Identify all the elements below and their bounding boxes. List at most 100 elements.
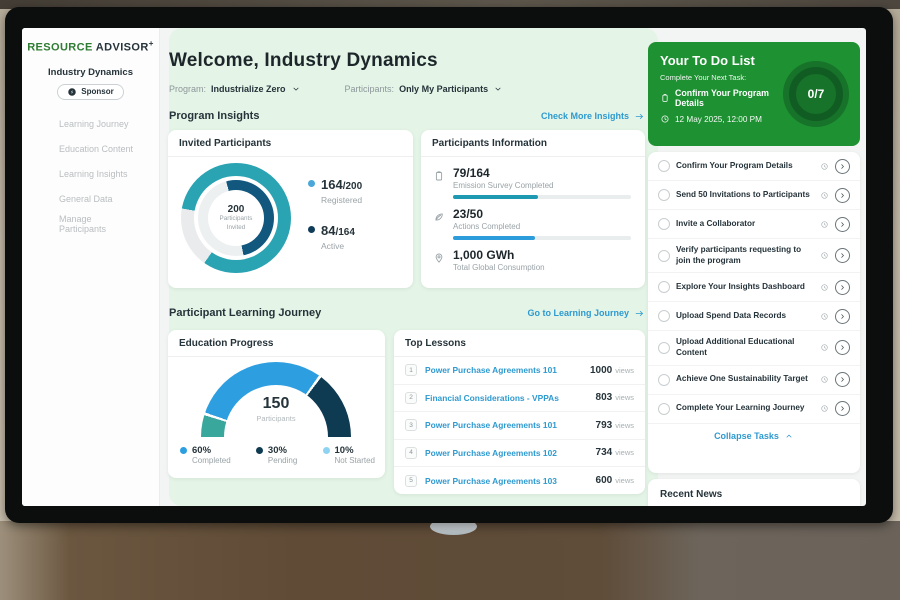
todo-task-row[interactable]: Invite a Collaborator xyxy=(648,210,860,239)
program-insights-header: Program Insights Check More Insights xyxy=(169,110,645,122)
lesson-rank: 5 xyxy=(405,475,417,487)
task-open-button[interactable] xyxy=(835,340,850,355)
lesson-title-link[interactable]: Power Purchase Agreements 103 xyxy=(425,476,596,486)
todo-tasks-card: Confirm Your Program Details Send 50 Inv… xyxy=(648,152,860,473)
clock-icon xyxy=(820,343,829,352)
sidebar-item-general-data[interactable]: General Data xyxy=(30,187,151,212)
todo-task-row[interactable]: Achieve One Sustainability Target xyxy=(648,366,860,395)
lesson-row: 5 Power Purchase Agreements 103 600views xyxy=(394,467,645,495)
task-checkbox[interactable] xyxy=(658,250,670,262)
dashboard-screen: RESOURCE ADVISOR+ Industry Dynamics Spon… xyxy=(22,28,866,506)
participants-stat: 1,000 GWh Total Global Consumption xyxy=(433,248,633,272)
task-open-button[interactable] xyxy=(835,280,850,295)
recent-news-card: Recent News xyxy=(648,479,860,506)
todo-progress-ring: 0/7 xyxy=(783,61,849,127)
donut-center-label: Participants Invited xyxy=(215,215,257,231)
lesson-title-link[interactable]: Power Purchase Agreements 101 xyxy=(425,365,590,375)
todo-summary-card: Your To Do List Complete Your Next Task:… xyxy=(648,42,860,146)
task-open-button[interactable] xyxy=(835,188,850,203)
education-progress-gauge: 150 Participants xyxy=(201,362,351,439)
task-checkbox[interactable] xyxy=(658,342,670,354)
go-to-learning-journey-link[interactable]: Go to Learning Journey xyxy=(527,308,645,319)
program-insights-title: Program Insights xyxy=(169,110,259,122)
task-open-button[interactable] xyxy=(835,217,850,232)
check-more-insights-link[interactable]: Check More Insights xyxy=(541,111,645,122)
org-name: Industry Dynamics xyxy=(22,67,159,78)
pin-icon xyxy=(433,252,445,264)
main-content: Welcome, Industry Dynamics Program: Indu… xyxy=(161,28,650,506)
legend-dot xyxy=(308,180,315,187)
invited-participants-title: Invited Participants xyxy=(168,130,413,157)
lesson-rank: 3 xyxy=(405,419,417,431)
page-title: Welcome, Industry Dynamics xyxy=(169,50,438,72)
todo-progress-value: 0/7 xyxy=(808,87,825,101)
participants-information-title: Participants Information xyxy=(421,130,645,157)
legend-dot xyxy=(180,447,187,454)
collapse-tasks-link[interactable]: Collapse Tasks xyxy=(648,424,860,447)
donut-legend: 164/200 Registered 84/164 Active xyxy=(308,176,362,251)
participants-stat: 79/164 Emission Survey Completed xyxy=(433,166,633,199)
logo-plus: + xyxy=(149,39,154,48)
program-filter-value: Industrialize Zero xyxy=(211,84,286,94)
lesson-views: 803views xyxy=(596,392,634,403)
gauge-legend-item: 10% Not Started xyxy=(323,445,375,465)
todo-task-row[interactable]: Complete Your Learning Journey xyxy=(648,395,860,424)
app-logo: RESOURCE ADVISOR+ xyxy=(22,39,159,54)
task-open-button[interactable] xyxy=(835,309,850,324)
chevron-down-icon xyxy=(493,84,503,94)
clock-icon xyxy=(820,375,829,384)
legend-dot xyxy=(256,447,263,454)
todo-task-row[interactable]: Explore Your Insights Dashboard xyxy=(648,273,860,302)
lesson-row: 4 Power Purchase Agreements 102 734views xyxy=(394,440,645,468)
sidebar-item-learning-journey[interactable]: Learning Journey xyxy=(30,112,151,137)
participants-information-card: Participants Information 79/164 Emission… xyxy=(421,130,645,288)
task-open-button[interactable] xyxy=(835,248,850,263)
gauge-center: 150 Participants xyxy=(201,395,351,423)
clock-icon xyxy=(820,191,829,200)
todo-task-row[interactable]: Upload Additional Educational Content xyxy=(648,331,860,365)
sponsor-badge[interactable]: Sponsor xyxy=(57,84,123,100)
participants-stat: 23/50 Actions Completed xyxy=(433,207,633,240)
sidebar-item-manage-participants[interactable]: Manage Participants xyxy=(30,212,151,237)
todo-panel: Your To Do List Complete Your Next Task:… xyxy=(648,28,860,506)
sidebar-item-learning-insights[interactable]: Learning Insights xyxy=(30,162,151,187)
task-open-button[interactable] xyxy=(835,372,850,387)
sidebar-item-education-content[interactable]: Education Content xyxy=(30,137,151,162)
legend-dot xyxy=(308,226,315,233)
donut-center: 200 Participants Invited xyxy=(208,190,264,246)
task-checkbox[interactable] xyxy=(658,189,670,201)
todo-task-row[interactable]: Verify participants requesting to join t… xyxy=(648,239,860,273)
lesson-views: 734views xyxy=(596,447,634,458)
lesson-title-link[interactable]: Power Purchase Agreements 102 xyxy=(425,448,596,458)
donut-legend-item: 164/200 Registered xyxy=(308,176,362,205)
clock-icon xyxy=(820,283,829,292)
lesson-title-link[interactable]: Power Purchase Agreements 101 xyxy=(425,420,596,430)
task-checkbox[interactable] xyxy=(658,218,670,230)
task-checkbox[interactable] xyxy=(658,310,670,322)
todo-task-row[interactable]: Confirm Your Program Details xyxy=(648,152,860,181)
gauge-legend-item: 30% Pending xyxy=(256,445,297,465)
chevron-up-icon xyxy=(784,431,794,441)
participants-filter[interactable]: Participants: Only My Participants xyxy=(345,84,504,94)
lesson-row: 1 Power Purchase Agreements 101 1000view… xyxy=(394,357,645,385)
lesson-title-link[interactable]: Financial Considerations - VPPAs xyxy=(425,393,596,403)
sponsor-icon xyxy=(67,87,77,97)
task-open-button[interactable] xyxy=(835,401,850,416)
task-checkbox[interactable] xyxy=(658,374,670,386)
task-checkbox[interactable] xyxy=(658,403,670,415)
program-filter-label: Program: xyxy=(169,84,206,94)
gauge-legend: 60% Completed 30% Pending 10% Not Starte… xyxy=(180,445,375,465)
education-progress-title: Education Progress xyxy=(168,330,385,357)
donut-center-value: 200 xyxy=(228,204,245,215)
task-checkbox[interactable] xyxy=(658,160,670,172)
task-checkbox[interactable] xyxy=(658,281,670,293)
task-open-button[interactable] xyxy=(835,159,850,174)
participants-filter-value: Only My Participants xyxy=(399,84,488,94)
program-filter[interactable]: Program: Industrialize Zero xyxy=(169,84,301,94)
todo-task-row[interactable]: Send 50 Invitations to Participants xyxy=(648,181,860,210)
top-lessons-title: Top Lessons xyxy=(394,330,645,357)
invited-participants-card: Invited Participants 200 Participants In… xyxy=(168,130,413,288)
invited-participants-donut-chart: 200 Participants Invited xyxy=(181,163,291,273)
monitor-bezel: RESOURCE ADVISOR+ Industry Dynamics Spon… xyxy=(5,7,893,523)
todo-task-row[interactable]: Upload Spend Data Records xyxy=(648,302,860,331)
